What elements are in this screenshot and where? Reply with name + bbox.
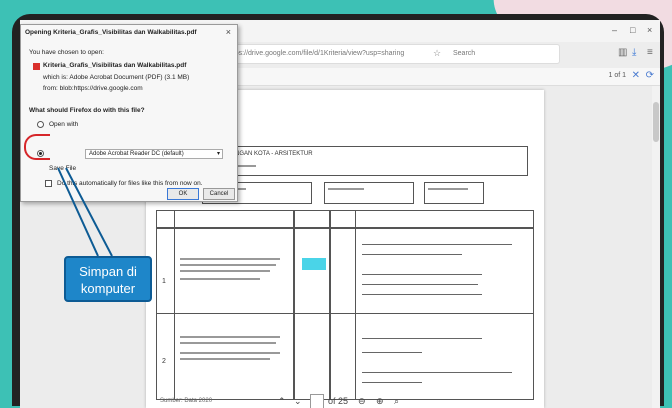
callout-label: Simpan di komputer <box>64 256 152 302</box>
browser-screen: – □ × https://drive.google.com/file/d/1K… <box>20 20 660 408</box>
callout-line-2: komputer <box>80 281 136 296</box>
callout-line-1: Simpan di <box>79 264 137 279</box>
callout-pointer <box>57 167 113 257</box>
